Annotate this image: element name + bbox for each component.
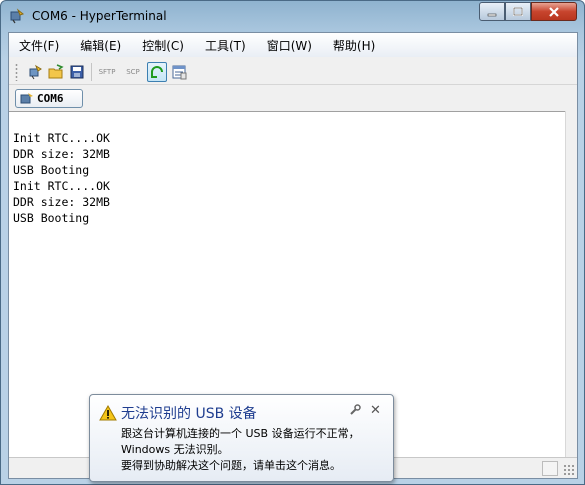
open-button[interactable] xyxy=(46,62,66,82)
notification-line: 要得到协助解决这个问题，请单击这个消息。 xyxy=(121,459,341,472)
menu-edit[interactable]: 编辑(E) xyxy=(80,35,121,56)
hyperterminal-app-icon[interactable] xyxy=(9,8,25,24)
scp-button[interactable]: SCP xyxy=(121,62,145,82)
close-icon xyxy=(549,7,559,17)
wrench-options-icon[interactable] xyxy=(349,404,361,416)
terminal-session-icon xyxy=(20,92,33,103)
menu-tools[interactable]: 工具(T) xyxy=(205,35,246,56)
save-button[interactable] xyxy=(67,62,87,82)
new-session-button[interactable] xyxy=(25,62,45,82)
terminal-line: USB Booting xyxy=(13,211,90,225)
vertical-scrollbar[interactable] xyxy=(565,111,577,457)
tab-com6[interactable]: COM6 xyxy=(15,89,83,108)
terminal-line: USB Booting xyxy=(13,163,90,177)
toolbar: SFTP SCP xyxy=(9,59,577,85)
menu-window[interactable]: 窗口(W) xyxy=(267,35,312,56)
terminal-line: Init RTC....OK xyxy=(13,179,110,193)
maximize-icon xyxy=(513,7,523,16)
connect-arrow-icon xyxy=(151,66,163,78)
notification-title: 无法识别的 USB 设备 xyxy=(121,406,257,422)
menu-help[interactable]: 帮助(H) xyxy=(333,35,375,56)
terminal-lines: Init RTC....OK DDR size: 32MB USB Bootin… xyxy=(13,130,110,226)
new-session-icon xyxy=(29,64,42,80)
menu-control[interactable]: 控制(C) xyxy=(142,35,184,56)
notification-close-button[interactable]: ✕ xyxy=(370,403,381,418)
tab-label: COM6 xyxy=(37,92,64,105)
notification-body: 跟这台计算机连接的一个 USB 设备运行不正常， Windows 无法识别。 要… xyxy=(121,426,360,474)
menu-file[interactable]: 文件(F) xyxy=(19,35,59,56)
maximize-button[interactable] xyxy=(505,2,531,21)
sftp-label: SFTP xyxy=(98,68,116,76)
notification-line: Windows 无法识别。 xyxy=(121,443,229,456)
terminal-line: DDR size: 32MB xyxy=(13,195,110,209)
toolbar-separator xyxy=(91,63,92,81)
open-folder-icon xyxy=(48,64,64,79)
terminal-line: Init RTC....OK xyxy=(13,131,110,145)
minimize-icon xyxy=(487,13,497,17)
window-title: COM6 - HyperTerminal xyxy=(32,9,167,23)
minimize-button[interactable] xyxy=(479,2,505,21)
toolbar-grip[interactable] xyxy=(15,63,18,81)
status-cell xyxy=(542,461,558,476)
session-tab-strip: COM6 xyxy=(9,86,577,110)
properties-button[interactable] xyxy=(169,62,189,82)
menu-bar: 文件(F) 编辑(E) 控制(C) 工具(T) 窗口(W) 帮助(H) xyxy=(9,33,577,57)
notification-line: 跟这台计算机连接的一个 USB 设备运行不正常， xyxy=(121,427,360,440)
warning-icon xyxy=(99,405,117,421)
resize-grip[interactable] xyxy=(563,464,575,476)
scp-label: SCP xyxy=(126,68,140,76)
terminal-line: DDR size: 32MB xyxy=(13,147,110,161)
close-window-button[interactable] xyxy=(531,2,577,21)
save-icon xyxy=(70,65,84,79)
sftp-button[interactable]: SFTP xyxy=(95,62,119,82)
properties-icon xyxy=(172,65,187,80)
connect-toggle-button[interactable] xyxy=(147,62,167,82)
usb-notification-balloon[interactable]: 无法识别的 USB 设备 ✕ 跟这台计算机连接的一个 USB 设备运行不正常， … xyxy=(89,394,394,482)
title-bar[interactable]: COM6 - HyperTerminal xyxy=(1,1,584,33)
